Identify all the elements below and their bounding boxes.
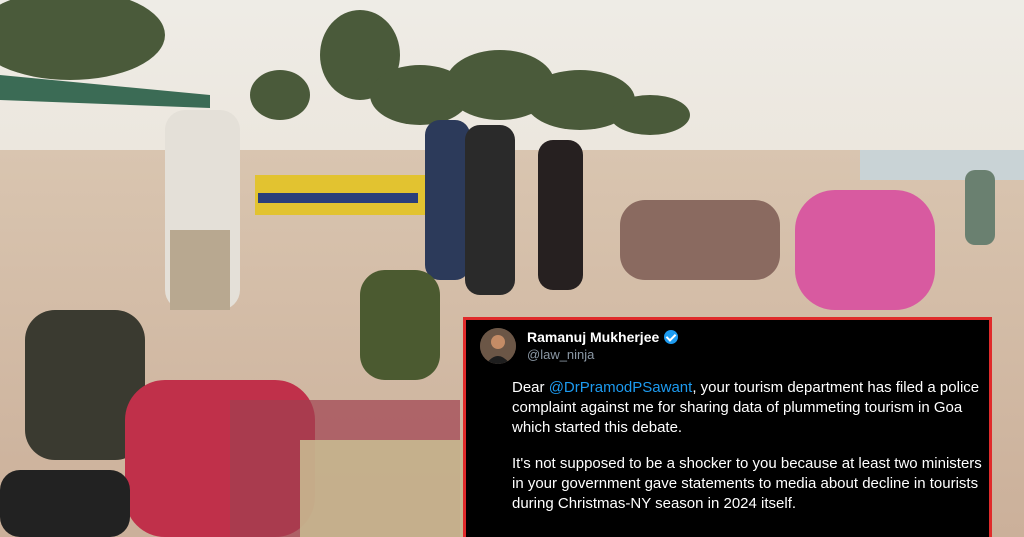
tweet-card: Ramanuj Mukherjee @law_ninja Dear @DrPra… [463, 317, 992, 537]
mention-link[interactable]: @DrPramodPSawant [549, 379, 693, 396]
author-avatar [480, 328, 516, 364]
author-name-row: Ramanuj Mukherjee [527, 329, 679, 345]
tweet-paragraph-1: Dear @DrPramodPSawant, your tourism depa… [512, 378, 990, 438]
tweet-text: Dear @DrPramodPSawant, your tourism depa… [512, 378, 990, 530]
author-name: Ramanuj Mukherjee [527, 329, 660, 345]
author-handle: @law_ninja [527, 347, 595, 362]
greeting-text: Dear [512, 379, 549, 396]
tweet-paragraph-2: It's not supposed to be a shocker to you… [512, 455, 982, 512]
verified-badge-icon [664, 330, 679, 344]
